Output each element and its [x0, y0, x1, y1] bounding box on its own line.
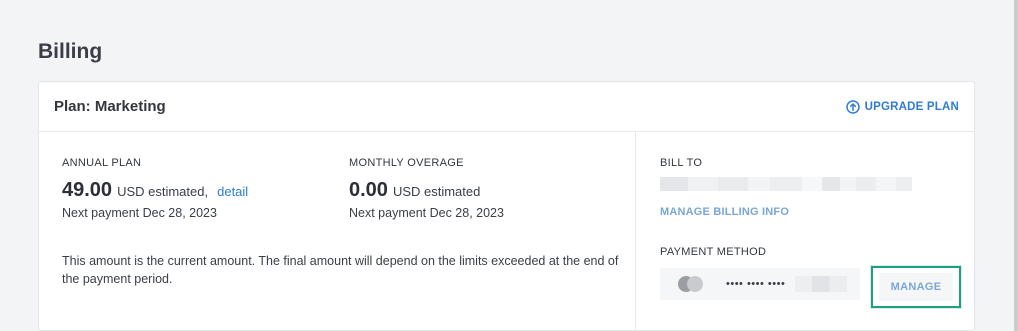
- circle-arrow-up-icon: [845, 99, 860, 114]
- annual-amount: 49.00: [62, 179, 113, 201]
- overage-amount-unit: USD estimated: [392, 184, 481, 199]
- masked-card-number: •••• •••• ••••: [726, 278, 786, 290]
- manage-payment-button-highlight[interactable]: MANAGE: [871, 266, 961, 308]
- plan-title: Plan: Marketing: [54, 98, 166, 115]
- plan-card-body: ANNUAL PLAN 49.00 USD estimated, detail …: [39, 132, 974, 330]
- monthly-overage-label: MONTHLY OVERAGE: [349, 157, 464, 169]
- amount-note: This amount is the current amount. The f…: [62, 254, 619, 286]
- page-title: Billing: [38, 40, 103, 63]
- monthly-overage-block: MONTHLY OVERAGE 0.00 USD estimated Next …: [349, 157, 504, 220]
- upgrade-plan-button[interactable]: UPGRADE PLAN: [845, 99, 959, 114]
- card-number-redacted: [795, 276, 848, 292]
- overage-amount: 0.00: [349, 179, 388, 201]
- annual-plan-block: ANNUAL PLAN 49.00 USD estimated, detail …: [62, 157, 248, 220]
- window-edge: [1014, 0, 1018, 331]
- billing-info-section: BILL TO MANAGE BILLING INFO PAYMENT METH…: [636, 132, 974, 330]
- annual-amount-row: 49.00 USD estimated, detail: [62, 179, 248, 202]
- bill-to-label: BILL TO: [660, 157, 703, 169]
- annual-next-payment: Next payment Dec 28, 2023: [62, 206, 217, 220]
- manage-payment-button[interactable]: MANAGE: [879, 273, 953, 301]
- upgrade-plan-label: UPGRADE PLAN: [864, 100, 959, 113]
- manage-billing-info-link[interactable]: MANAGE BILLING INFO: [660, 206, 789, 218]
- credit-card-icon: [678, 276, 708, 292]
- overage-amount-row: 0.00 USD estimated: [349, 179, 504, 202]
- bill-to-redacted: [660, 177, 924, 191]
- overage-next-payment: Next payment Dec 28, 2023: [349, 206, 504, 220]
- annual-plan-label: ANNUAL PLAN: [62, 157, 142, 169]
- charges-section: ANNUAL PLAN 49.00 USD estimated, detail …: [39, 132, 636, 330]
- annual-amount-unit: USD estimated,: [117, 184, 209, 199]
- plan-card-header: Plan: Marketing UPGRADE PLAN: [39, 82, 974, 132]
- payment-method-row: •••• •••• ••••: [660, 268, 860, 300]
- payment-method-label: PAYMENT METHOD: [660, 246, 767, 258]
- plan-card: Plan: Marketing UPGRADE PLAN ANNUAL PLAN…: [38, 81, 975, 331]
- card-icon-circle-right: [687, 276, 703, 292]
- detail-link[interactable]: detail: [217, 184, 248, 199]
